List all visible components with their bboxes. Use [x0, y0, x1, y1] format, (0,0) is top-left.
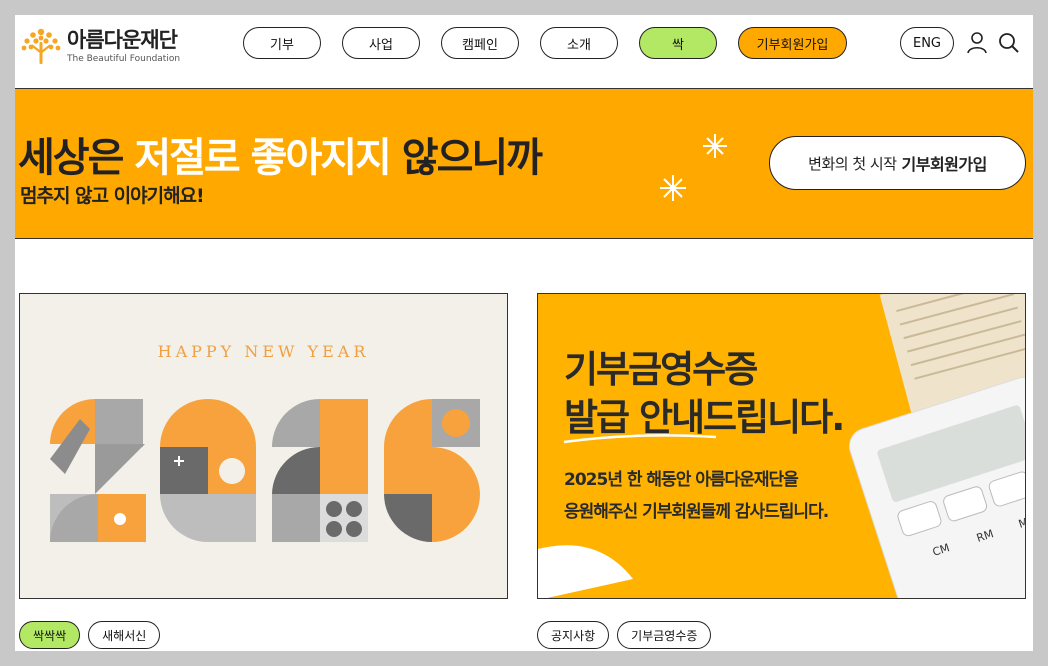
card-receipt-title: 기부금영수증 발급 안내드립니다. [564, 346, 845, 442]
search-icon[interactable] [998, 31, 1020, 55]
signup-banner: 세상은 저절로 좋아지지 않으니까 멈추지 않고 이야기해요! 변화의 첫 시작… [15, 88, 1033, 239]
card-donation-receipt[interactable]: CM RM M 기부금영수증 발급 안내드립니다. 2025년 한 해동안 아름… [537, 293, 1026, 599]
card-receipt-tags: 공지사항 기부금영수증 [537, 621, 712, 649]
banner-subtitle: 멈추지 않고 이야기해요! [20, 185, 205, 207]
tag-ssak[interactable]: 싹싹싹 [19, 621, 81, 649]
banner-cta-strong: 기부회원가입 [901, 155, 988, 174]
page: 아름다운재단 The Beautiful Foundation 기부 사업 캠페… [15, 15, 1033, 651]
banner-title-part2: 않으니까 [389, 135, 543, 181]
logo-name-en: The Beautiful Foundation [67, 54, 181, 64]
card-receipt-body-line2: 응원해주신 기부회원들께 감사드립니다. [564, 502, 829, 522]
nav-campaign[interactable]: 캠페인 [441, 27, 519, 59]
tag-donation-receipt[interactable]: 기부금영수증 [617, 621, 712, 649]
sparkle-icon [703, 134, 727, 158]
logo-text: 아름다운재단 The Beautiful Foundation [67, 28, 180, 64]
new-year-2026-illustration [50, 399, 480, 542]
tag-new-year-letter[interactable]: 새해서신 [88, 621, 161, 649]
banner-title: 세상은 저절로 좋아지지 않으니까 [18, 125, 543, 183]
card-receipt-body-line1: 2025년 한 해동안 아름다운재단을 [564, 470, 799, 490]
card-receipt-title-line2: 발급 안내드립니다. [564, 396, 845, 439]
sparkle-icon [660, 175, 686, 201]
card-new-year[interactable]: HAPPY NEW YEAR [19, 293, 508, 599]
site-header: 아름다운재단 The Beautiful Foundation 기부 사업 캠페… [15, 15, 1033, 89]
main-nav: 기부 사업 캠페인 소개 싹 기부회원가입 [243, 27, 847, 59]
card-receipt-title-line1: 기부금영수증 [564, 348, 758, 391]
nav-projects[interactable]: 사업 [342, 27, 420, 59]
site-logo[interactable]: 아름다운재단 The Beautiful Foundation [19, 23, 199, 69]
banner-title-highlight: 저절로 좋아지지 [134, 135, 392, 181]
tree-logo-icon [21, 28, 61, 64]
language-toggle-button[interactable]: ENG [900, 27, 954, 59]
receipt-illustration: CM RM M [538, 294, 1025, 598]
nav-about[interactable]: 소개 [540, 27, 618, 59]
nav-donate[interactable]: 기부 [243, 27, 321, 59]
logo-name-kr: 아름다운재단 [67, 28, 178, 52]
nav-ssak[interactable]: 싹 [639, 27, 717, 59]
banner-title-part1: 세상은 [18, 135, 135, 181]
card-receipt-body: 2025년 한 해동안 아름다운재단을 응원해주신 기부회원들께 감사드립니다. [564, 464, 829, 528]
user-icon[interactable] [966, 31, 988, 55]
card-new-year-tags: 싹싹싹 새해서신 [19, 621, 161, 649]
banner-signup-button[interactable]: 변화의 첫 시작 기부회원가입 [769, 136, 1026, 190]
tag-notice[interactable]: 공지사항 [537, 621, 610, 649]
banner-cta-prefix: 변화의 첫 시작 [808, 154, 897, 173]
nav-member-signup-button[interactable]: 기부회원가입 [738, 27, 847, 59]
